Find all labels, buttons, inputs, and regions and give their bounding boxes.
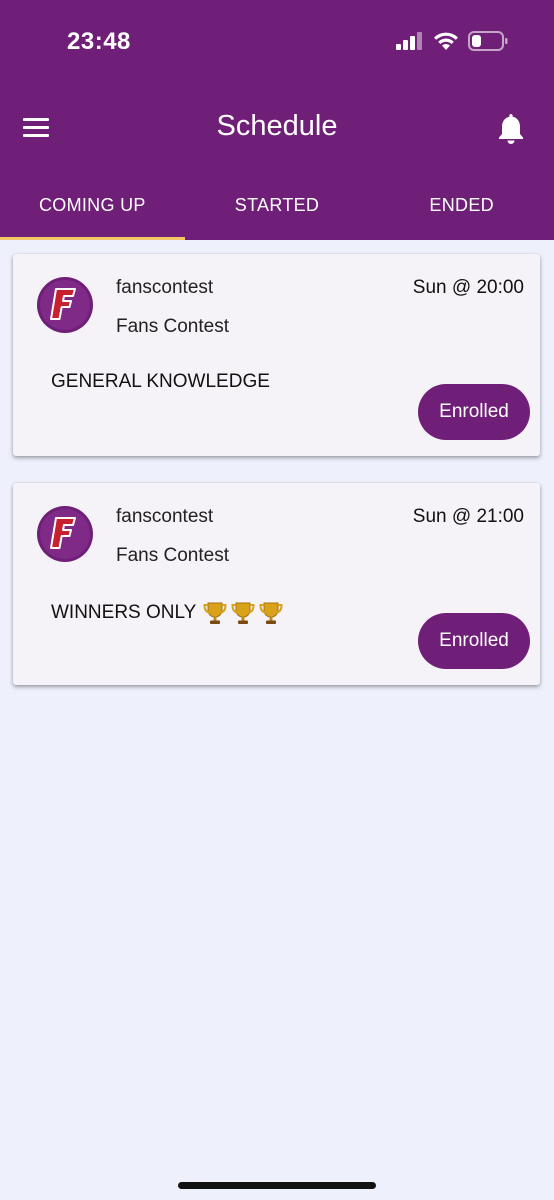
tab-coming-up[interactable]: COMING UP xyxy=(0,180,185,240)
enrolled-button[interactable]: Enrolled xyxy=(418,613,530,669)
event-card[interactable]: fanscontest Fans Contest Sun @ 21:00 WIN… xyxy=(13,483,540,685)
tab-bar: COMING UP STARTED ENDED xyxy=(0,180,554,240)
event-time: Sun @ 20:00 xyxy=(412,277,524,298)
event-name: WINNERS ONLY xyxy=(51,600,284,626)
event-card[interactable]: fanscontest Fans Contest Sun @ 20:00 GEN… xyxy=(13,254,540,456)
home-indicator[interactable] xyxy=(178,1182,376,1189)
battery-icon xyxy=(468,31,508,51)
cellular-signal-icon xyxy=(396,32,422,50)
app-bar: 23:48 Schedule COMING UP STARTED ENDED xyxy=(0,0,554,240)
event-name-text: WINNERS ONLY xyxy=(51,602,197,623)
event-display-name: Fans Contest xyxy=(116,545,229,566)
bell-icon[interactable] xyxy=(496,111,526,145)
page-title: Schedule xyxy=(216,110,338,142)
fans-contest-logo xyxy=(37,506,93,562)
event-name-text: GENERAL KNOWLEDGE xyxy=(51,371,270,392)
trophy-icon xyxy=(203,602,227,624)
tab-ended[interactable]: ENDED xyxy=(369,180,554,240)
enrolled-button[interactable]: Enrolled xyxy=(418,384,530,440)
event-time: Sun @ 21:00 xyxy=(412,506,524,527)
tab-started[interactable]: STARTED xyxy=(185,180,370,240)
event-display-name: Fans Contest xyxy=(116,316,229,337)
status-time: 23:48 xyxy=(67,28,131,55)
wifi-icon xyxy=(434,32,458,50)
fans-contest-logo xyxy=(37,277,93,333)
event-name: GENERAL KNOWLEDGE xyxy=(51,371,270,393)
trophies xyxy=(202,600,284,626)
trophy-icon xyxy=(231,602,255,624)
event-username: fanscontest xyxy=(116,277,214,298)
trophy-icon xyxy=(259,602,283,624)
event-username: fanscontest xyxy=(116,506,214,527)
